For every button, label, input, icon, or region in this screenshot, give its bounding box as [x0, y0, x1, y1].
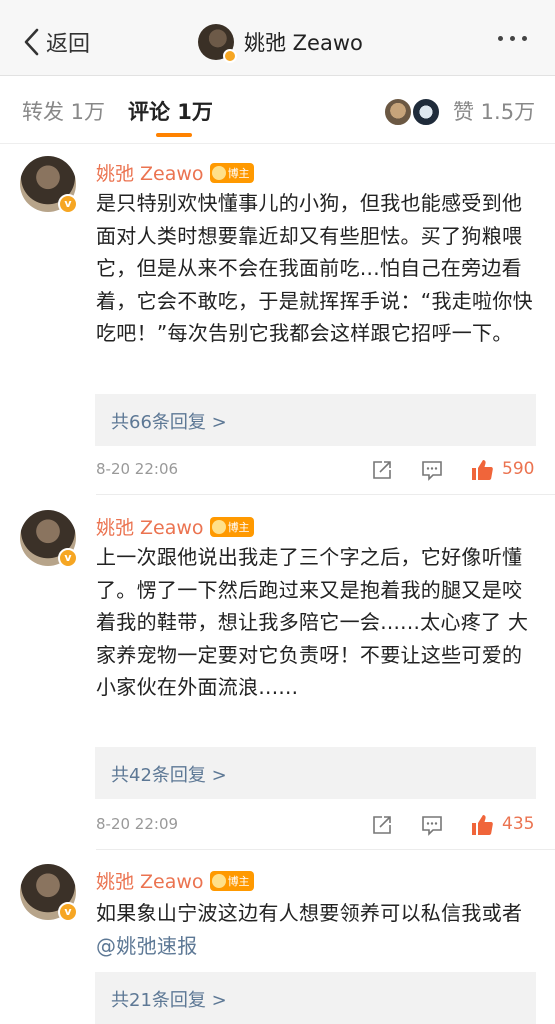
- vip-crown-icon: [211, 519, 226, 534]
- comment-item: v 姚弛 Zeawo 博主 上一次跟他说出我走了三个字之后，它好像听懂了。愣了一…: [0, 496, 555, 850]
- replies-label: 共21条回复 >: [111, 990, 227, 1011]
- share-icon[interactable]: [370, 458, 394, 482]
- comment-text: 如果象山宁波这边有人想要领养可以私信我或者 @姚弛速报: [96, 897, 536, 962]
- author-badge: 博主: [209, 162, 254, 183]
- comment-meta: 8-20 22:06 590: [0, 455, 555, 485]
- commenter-name[interactable]: 姚弛 Zeawo: [96, 513, 204, 540]
- liker-avatars[interactable]: [383, 97, 441, 127]
- replies-label: 共66条回复 >: [111, 412, 227, 433]
- verified-icon: v: [58, 194, 78, 214]
- tab-active-indicator: [156, 133, 192, 137]
- comment-time: 8-20 22:06: [96, 460, 179, 478]
- replies-link[interactable]: 共42条回复 >: [95, 747, 536, 799]
- comment-item: v 姚弛 Zeawo 博主 是只特别欢快懂事儿的小狗，但我也能感受到他面对人类时…: [0, 144, 555, 496]
- replies-link[interactable]: 共66条回复 >: [95, 394, 536, 446]
- comment-icon[interactable]: [420, 813, 444, 837]
- comment-header: 姚弛 Zeawo 博主: [96, 159, 254, 186]
- avatar[interactable]: v: [20, 510, 78, 568]
- more-icon[interactable]: [498, 36, 527, 41]
- author-badge: 博主: [209, 870, 254, 891]
- share-icon[interactable]: [370, 813, 394, 837]
- back-label: 返回: [46, 32, 91, 57]
- comment-text: 是只特别欢快懂事儿的小狗，但我也能感受到他面对人类时想要靠近却又有些胆怯。买了狗…: [96, 191, 533, 346]
- comment-header: 姚弛 Zeawo 博主: [96, 513, 254, 540]
- verified-icon: v: [58, 548, 78, 568]
- page-title: 姚弛 Zeawo: [244, 31, 363, 55]
- author-badge: 博主: [209, 516, 254, 537]
- like-icon[interactable]: [470, 458, 494, 482]
- mention-link[interactable]: @姚弛速报: [96, 934, 198, 958]
- tab-like[interactable]: 赞 1.5万: [453, 96, 535, 126]
- tab-bar: 转发 1万 评论 1万 赞 1.5万: [0, 76, 555, 144]
- divider: [96, 494, 555, 495]
- avatar: [383, 97, 413, 127]
- author-badge-label: 博主: [227, 166, 250, 180]
- nav-profile[interactable]: 姚弛 Zeawo: [198, 22, 363, 63]
- author-badge-label: 博主: [227, 874, 250, 888]
- verified-icon: v: [58, 902, 78, 922]
- avatar[interactable]: [198, 24, 237, 63]
- back-button[interactable]: 返回: [22, 24, 90, 60]
- comment-icon[interactable]: [420, 458, 444, 482]
- comment-text: 上一次跟他说出我走了三个字之后，它好像听懂了。愣了一下然后跑过来又是抱着我的腿又…: [96, 545, 529, 700]
- like-icon[interactable]: [470, 813, 494, 837]
- like-count: 590: [502, 459, 535, 479]
- vip-crown-icon: [211, 873, 226, 888]
- replies-link[interactable]: 共21条回复 >: [95, 972, 536, 1024]
- avatar[interactable]: v: [20, 156, 78, 214]
- comment-header: 姚弛 Zeawo 博主: [96, 867, 254, 894]
- replies-label: 共42条回复 >: [111, 765, 227, 786]
- commenter-name[interactable]: 姚弛 Zeawo: [96, 159, 204, 186]
- comment-item: v 姚弛 Zeawo 博主 如果象山宁波这边有人想要领养可以私信我或者 @姚弛速…: [0, 850, 555, 1024]
- comment-meta: 8-20 22:09 435: [0, 810, 555, 840]
- nav-bar: 返回 姚弛 Zeawo: [0, 0, 555, 76]
- comment-text-body: 如果象山宁波这边有人想要领养可以私信我或者: [96, 901, 523, 925]
- comment-time: 8-20 22:09: [96, 815, 179, 833]
- author-badge-label: 博主: [227, 520, 250, 534]
- like-count: 435: [502, 814, 535, 834]
- tab-comment[interactable]: 评论 1万: [128, 96, 213, 126]
- vip-crown-icon: [211, 165, 226, 180]
- commenter-name[interactable]: 姚弛 Zeawo: [96, 867, 204, 894]
- chevron-left-icon: [24, 28, 39, 56]
- tab-repost[interactable]: 转发 1万: [22, 96, 105, 126]
- avatar: [411, 97, 441, 127]
- avatar[interactable]: v: [20, 864, 78, 922]
- verified-icon: [223, 49, 237, 63]
